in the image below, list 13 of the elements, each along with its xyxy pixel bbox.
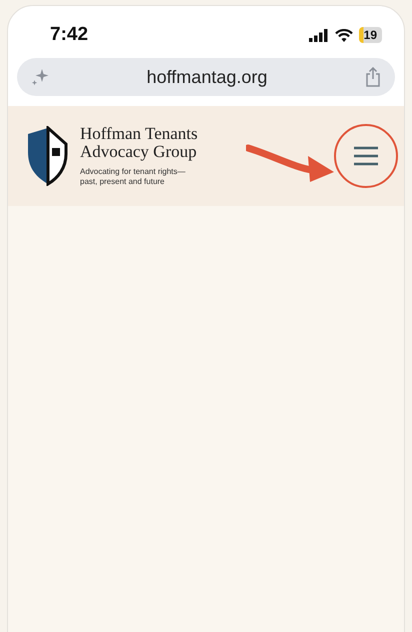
shield-house-logo bbox=[26, 126, 68, 186]
wifi-icon bbox=[334, 28, 353, 42]
signal-icon bbox=[308, 28, 329, 42]
battery-indicator: 19 bbox=[358, 27, 382, 43]
url-text: hoffmantag.org bbox=[146, 66, 268, 89]
site-tagline: Advocating for tenant rights—past, present and future bbox=[80, 167, 186, 187]
site-title: Hoffman Tenants Advocacy Group bbox=[80, 125, 199, 161]
menu-button[interactable] bbox=[334, 124, 398, 188]
sparkle-icon bbox=[31, 68, 49, 86]
share-icon[interactable] bbox=[364, 67, 381, 87]
status-time: 7:42 bbox=[50, 22, 88, 47]
address-bar[interactable]: hoffmantag.org bbox=[17, 58, 395, 96]
menu-icon bbox=[353, 146, 379, 166]
